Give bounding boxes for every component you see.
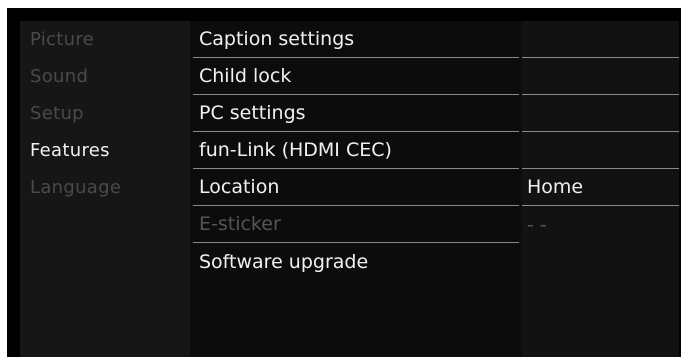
- value-cell: [522, 132, 679, 169]
- main-menu-item-language[interactable]: Language: [20, 169, 190, 206]
- submenu-item-label: PC settings: [199, 102, 306, 124]
- value-text: Home: [527, 176, 584, 198]
- main-menu-column: Picture Sound Setup Features Language: [20, 21, 190, 357]
- submenu-item-fun-link[interactable]: fun-Link (HDMI CEC): [193, 132, 519, 169]
- submenu-item-location[interactable]: Location: [193, 169, 519, 206]
- main-menu-item-sound[interactable]: Sound: [20, 58, 190, 95]
- submenu-item-label: Software upgrade: [199, 250, 369, 273]
- main-menu-label: Sound: [30, 66, 89, 87]
- main-menu-item-setup[interactable]: Setup: [20, 95, 190, 132]
- main-menu-label: Setup: [30, 103, 84, 124]
- submenu-item-pc-settings[interactable]: PC settings: [193, 95, 519, 132]
- main-menu-item-picture[interactable]: Picture: [20, 21, 190, 58]
- main-menu-label: Features: [30, 140, 110, 161]
- value-column: Home - -: [522, 21, 679, 357]
- settings-menu-panel: Picture Sound Setup Features Language Ca…: [20, 21, 679, 357]
- location-value[interactable]: Home: [522, 169, 679, 206]
- submenu-item-caption-settings[interactable]: Caption settings: [193, 21, 519, 58]
- value-text: - -: [527, 213, 547, 236]
- submenu-item-label: E-sticker: [199, 213, 281, 235]
- e-sticker-value: - -: [522, 206, 679, 243]
- main-menu-label: Picture: [30, 29, 95, 50]
- main-menu-item-features[interactable]: Features: [20, 132, 190, 169]
- submenu-item-label: Location: [199, 176, 280, 198]
- submenu-item-child-lock[interactable]: Child lock: [193, 58, 519, 95]
- value-cell: [522, 58, 679, 95]
- submenu-item-software-upgrade[interactable]: Software upgrade: [193, 243, 519, 280]
- value-cell: [522, 21, 679, 58]
- main-menu-label: Language: [30, 177, 122, 198]
- value-cell: [522, 95, 679, 132]
- submenu-item-label: fun-Link (HDMI CEC): [199, 139, 392, 161]
- submenu-item-e-sticker: E-sticker: [193, 206, 519, 243]
- submenu-item-label: Child lock: [199, 65, 292, 87]
- tv-screen: Picture Sound Setup Features Language Ca…: [7, 8, 681, 357]
- submenu-item-label: Caption settings: [199, 28, 355, 50]
- features-submenu-column: Caption settings Child lock PC settings …: [193, 21, 519, 357]
- value-cell: [522, 243, 679, 280]
